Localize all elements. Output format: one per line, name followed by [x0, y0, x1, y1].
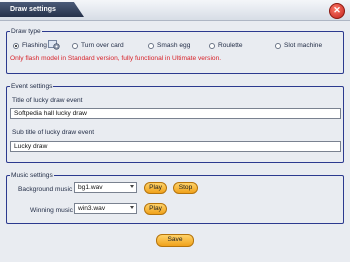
- chevron-down-icon: [130, 206, 134, 209]
- radio-slot-machine[interactable]: Slot machine: [275, 42, 322, 49]
- event-title-label: Title of lucky draw event: [12, 97, 83, 104]
- chevron-down-icon: [130, 185, 134, 188]
- save-button[interactable]: Save: [156, 234, 194, 247]
- radio-indicator: [275, 42, 281, 49]
- music-settings-legend: Music settings: [11, 172, 53, 179]
- draw-type-legend: Draw type: [11, 28, 41, 35]
- background-play-button[interactable]: Play: [144, 182, 167, 194]
- draw-type-group: Draw type: [6, 28, 344, 74]
- background-music-label: Background music: [18, 186, 73, 193]
- event-subtitle-input[interactable]: Lucky draw: [10, 141, 341, 152]
- radio-indicator: [209, 42, 215, 49]
- select-value: win3.wav: [78, 205, 106, 212]
- radio-indicator: [148, 42, 154, 49]
- radio-smash-egg[interactable]: Smash egg: [148, 42, 190, 49]
- close-icon[interactable]: ✕: [329, 3, 345, 19]
- radio-turn-over-card[interactable]: Turn over card: [72, 42, 124, 49]
- event-subtitle-label: Sub title of lucky draw event: [12, 129, 95, 136]
- radio-label: Slot machine: [284, 42, 323, 49]
- music-settings-group: Music settings: [6, 172, 344, 224]
- radio-label: Turn over card: [81, 42, 124, 49]
- event-settings-legend: Event settings: [11, 83, 53, 90]
- settings-gear-icon[interactable]: [48, 40, 60, 50]
- select-value: bg1.wav: [78, 184, 103, 191]
- winning-play-button[interactable]: Play: [144, 203, 167, 215]
- window-title: Draw settings: [0, 2, 84, 17]
- title-bar: Draw settings ✕: [0, 0, 350, 21]
- background-music-select[interactable]: bg1.wav: [74, 182, 137, 193]
- radio-selected-indicator: [13, 42, 19, 49]
- radio-indicator: [72, 42, 78, 49]
- version-note: Only flash model in Standard version, fu…: [10, 55, 222, 62]
- radio-label: Smash egg: [157, 42, 191, 49]
- winning-music-select[interactable]: win3.wav: [74, 203, 137, 214]
- background-stop-button[interactable]: Stop: [173, 182, 198, 194]
- radio-roulette[interactable]: Roulette: [209, 42, 243, 49]
- radio-flashing[interactable]: Flashing: [13, 42, 47, 49]
- radio-label: Flashing: [22, 42, 47, 49]
- event-title-input[interactable]: Softpedia hall lucky draw: [10, 108, 341, 119]
- radio-label: Roulette: [218, 42, 243, 49]
- winning-music-label: Winning music: [30, 207, 73, 214]
